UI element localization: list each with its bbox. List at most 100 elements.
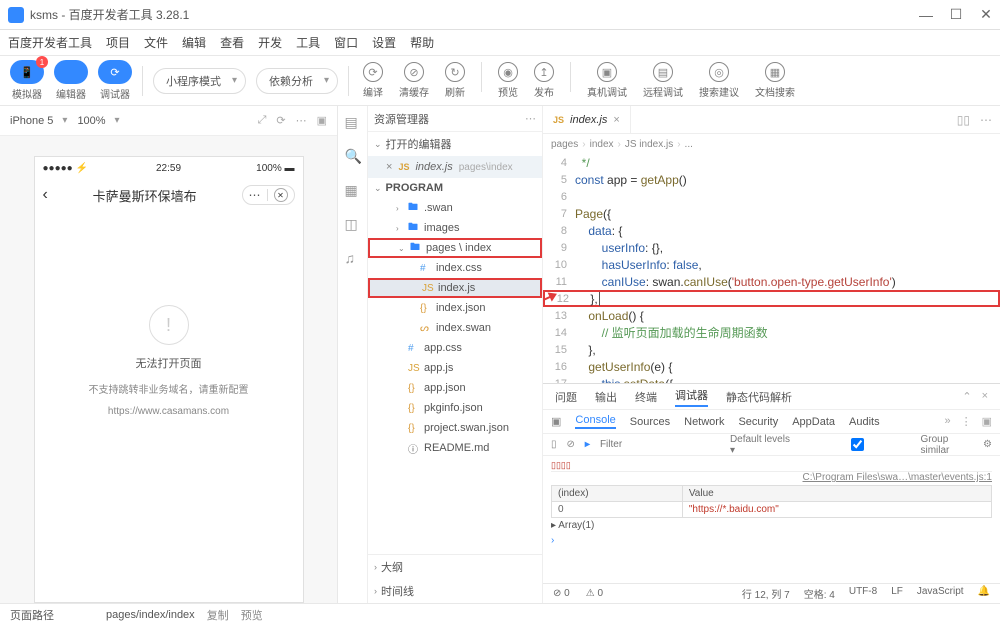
menu-item[interactable]: 项目 [106,34,130,51]
file-item[interactable]: JSapp.js [368,358,542,378]
devtools-tab[interactable]: Sources [630,416,670,428]
file-item[interactable]: {}project.swan.json [368,418,542,438]
program-section[interactable]: ⌄PROGRAM [368,178,542,198]
publish-icon[interactable]: ↥发布 [534,62,554,99]
doc-search-icon[interactable]: ▦文档搜索 [755,62,795,99]
file-item[interactable]: ⓘREADME.md [368,438,542,458]
open-editors-section[interactable]: ⌄打开的编辑器 [368,132,542,156]
file-item[interactable]: {}pkginfo.json [368,398,542,418]
open-editor-item[interactable]: × JS index.js pages\index [368,156,542,178]
dep-select[interactable]: 依赖分析 [256,68,338,94]
device-debug-icon[interactable]: ▣真机调试 [587,62,627,99]
menu-item[interactable]: 百度开发者工具 [8,34,92,51]
close-circle-icon[interactable]: ✕ [274,188,288,202]
file-item[interactable]: {}index.json [368,298,542,318]
clear-icon[interactable]: ⊘ [567,439,575,450]
preview-icon[interactable]: ◉预览 [498,62,518,99]
language-mode[interactable]: JavaScript [917,586,964,601]
capsule-button[interactable]: ⋯ ✕ [242,185,295,205]
file-item[interactable]: #index.css [368,258,542,278]
timeline-section[interactable]: ›时间线 [368,579,542,603]
devtools-tab[interactable]: Console [575,414,615,429]
split-icon[interactable]: ▯▯ [957,113,970,127]
file-item[interactable]: #app.css [368,338,542,358]
explorer-icon[interactable]: ▤ [345,114,361,130]
group-checkbox[interactable] [800,438,914,451]
overflow-icon[interactable]: » [944,415,950,428]
refresh-icon[interactable]: ↻刷新 [445,62,465,99]
menu-dots-icon[interactable]: ⋯ [249,188,261,202]
sim-icon[interactable]: ⤢ [258,114,267,127]
tool-pill[interactable]: ⟳调试器 [98,60,132,101]
bell-icon[interactable]: 🔔 [978,586,990,601]
tool-pill[interactable]: 编辑器 [54,60,88,101]
panel-tab[interactable]: 静态代码解析 [726,389,792,405]
folder-item[interactable]: ⌄🖿pages \ index [368,238,542,258]
menu-item[interactable]: 开发 [258,34,282,51]
more-icon[interactable]: ⋯ [980,113,992,127]
tool-pill[interactable]: 1📱模拟器 [10,60,44,101]
console-source-link[interactable]: C:\Program Files\swa…\master\events.js:1 [551,472,992,483]
devtools-tab[interactable]: Network [684,416,724,428]
console-body[interactable]: ▯▯▯▯ C:\Program Files\swa…\master\events… [543,456,1000,583]
dock-icon[interactable]: ▣ [982,415,992,428]
search-icon[interactable]: ◎搜索建议 [699,62,739,99]
close-tab-icon[interactable]: × [613,114,619,126]
preview-link[interactable]: 预览 [241,607,263,623]
headset-icon[interactable]: ♫ [345,250,361,266]
device-select[interactable]: iPhone 5 [10,115,67,127]
devtools-tab[interactable]: Security [738,416,778,428]
image-icon[interactable]: ▦ [345,182,361,198]
menu-item[interactable]: 设置 [372,34,396,51]
devtools-tab[interactable]: Audits [849,416,880,428]
file-item[interactable]: ᔕindex.swan [368,318,542,338]
editor-tab[interactable]: JS index.js × [543,106,631,133]
more-vert-icon[interactable]: ⋮ [961,415,972,428]
panel-tab[interactable]: 问题 [555,389,577,405]
menu-item[interactable]: 工具 [296,34,320,51]
folder-item[interactable]: ›🖿.swan [368,198,542,218]
gear-icon[interactable]: ⚙ [983,439,992,450]
copy-link[interactable]: 复制 [207,607,229,623]
maximize-button[interactable]: ☐ [950,9,962,21]
filter-input[interactable] [600,439,720,450]
encoding[interactable]: UTF-8 [849,586,877,601]
compile-icon[interactable]: ⟳编译 [363,62,383,99]
menu-item[interactable]: 文件 [144,34,168,51]
sim-icon[interactable]: ⋯ [296,114,307,127]
remote-debug-icon[interactable]: ▤远程调试 [643,62,683,99]
eol[interactable]: LF [891,586,903,601]
panel-tab[interactable]: 调试器 [675,387,708,407]
mode-select[interactable]: 小程序模式 [153,68,246,94]
inspect-icon[interactable]: ▣ [551,415,561,428]
chart-icon[interactable]: ◫ [345,216,361,232]
menu-item[interactable]: 编辑 [182,34,206,51]
menu-item[interactable]: 窗口 [334,34,358,51]
chevron-up-icon[interactable]: ⌃ [962,390,971,403]
file-item[interactable]: JSindex.js [368,278,542,298]
zoom-select[interactable]: 100% [77,115,119,127]
close-button[interactable]: ✕ [980,9,992,21]
clear-cache-icon[interactable]: ⊘清缓存 [399,62,429,99]
menu-item[interactable]: 查看 [220,34,244,51]
devtools-tab[interactable]: AppData [792,416,835,428]
sim-icon[interactable]: ▣ [317,114,327,127]
folder-item[interactable]: ›🖿images [368,218,542,238]
outline-section[interactable]: ›大纲 [368,555,542,579]
file-item[interactable]: {}app.json [368,378,542,398]
warnings-count[interactable]: ⚠ 0 [586,588,603,599]
errors-count[interactable]: ⊘ 0 [553,588,570,599]
indentation[interactable]: 空格: 4 [804,586,835,601]
menu-icon[interactable]: ▯ [551,439,557,450]
code-editor[interactable]: 4 */5const app = getApp()67Page({8 data:… [543,154,1000,383]
sim-icon[interactable]: ⟳ [276,114,285,127]
line-col[interactable]: 行 12, 列 7 [742,586,790,601]
panel-tab[interactable]: 输出 [595,389,617,405]
close-panel-icon[interactable]: × [982,390,988,403]
close-icon[interactable]: × [386,161,392,173]
panel-tab[interactable]: 终端 [635,389,657,405]
menu-item[interactable]: 帮助 [410,34,434,51]
more-icon[interactable]: ⋯ [525,112,536,125]
minimize-button[interactable]: — [920,9,932,21]
level-select[interactable]: Default levels ▾ [730,434,794,456]
